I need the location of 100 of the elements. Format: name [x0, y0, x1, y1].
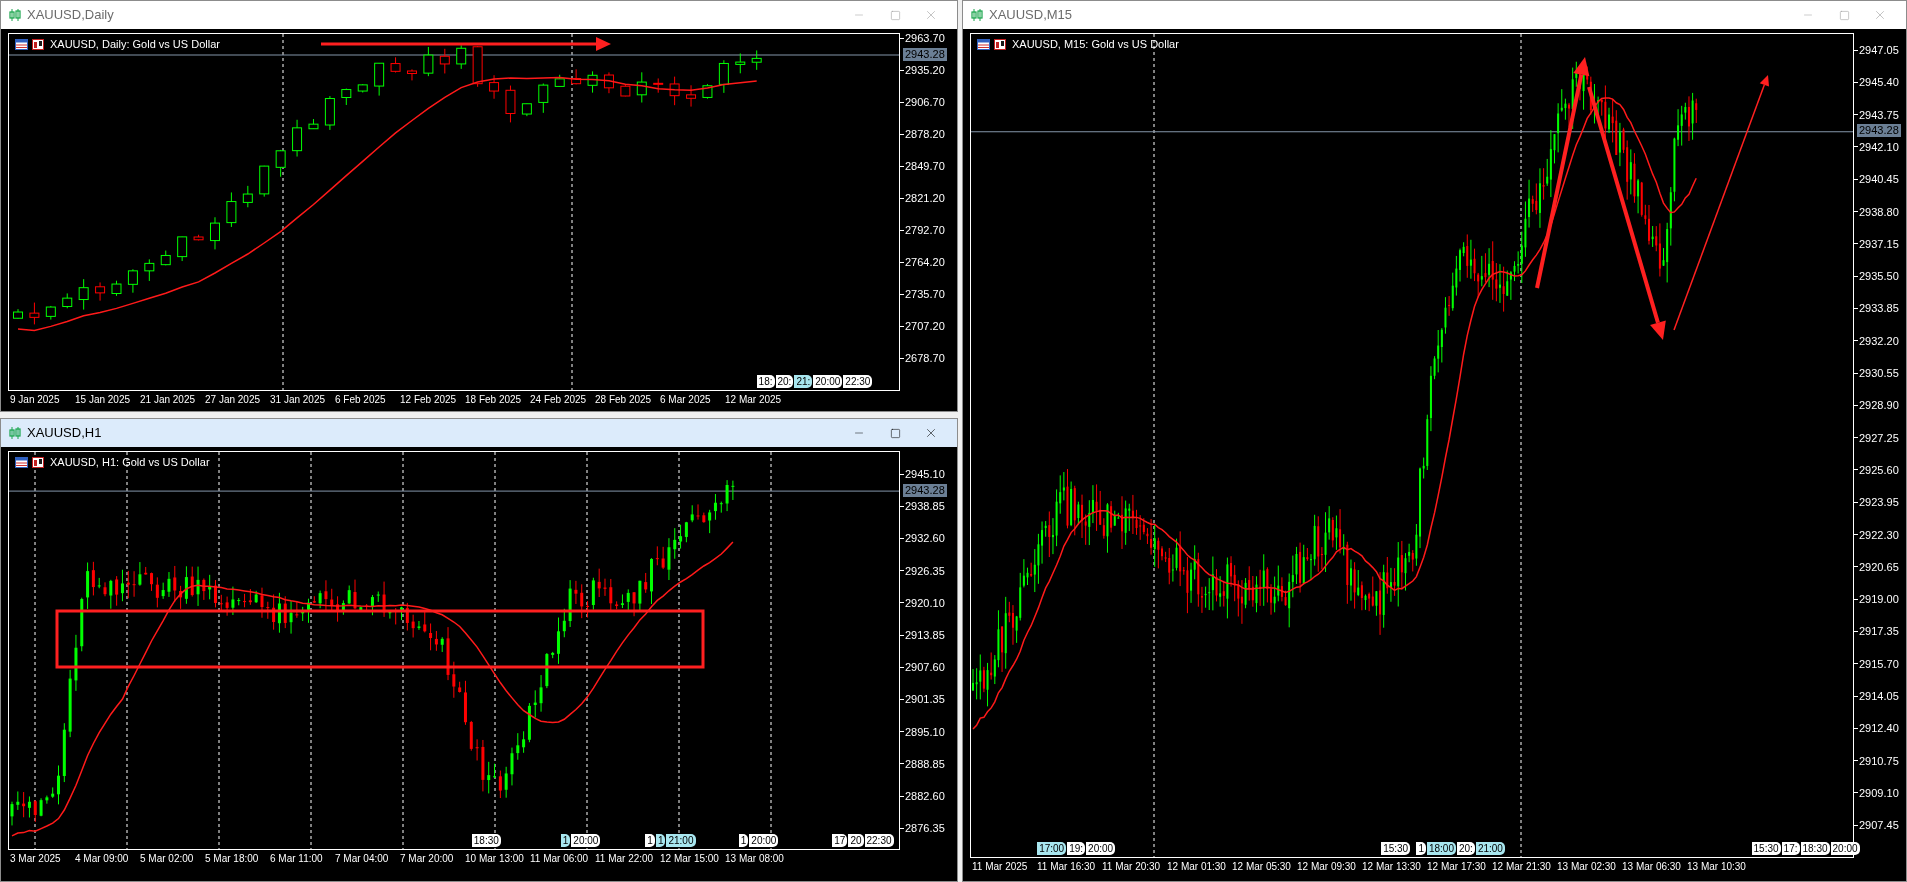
time-marker: 18:00 — [1426, 842, 1456, 855]
price-label: 2943.75 — [1859, 107, 1899, 122]
time-marker: 15:30 — [1751, 842, 1781, 855]
time-label: 11 Mar 22:00 — [594, 852, 655, 866]
time-label: 13 Mar 06:30 — [1621, 860, 1682, 874]
price-label: 2821.20 — [905, 191, 945, 205]
time-label: 5 Mar 18:00 — [204, 852, 260, 866]
time-label: 12 Mar 17:30 — [1426, 860, 1487, 874]
time-label: 13 Mar 02:30 — [1556, 860, 1617, 874]
price-label: 2909.10 — [1859, 785, 1899, 800]
time-label: 11 Mar 20:30 — [1101, 860, 1162, 874]
price-label: 2922.30 — [1859, 527, 1899, 542]
time-label: 11 Mar 2025 — [971, 860, 1029, 874]
time-marker: 18: — [756, 375, 775, 388]
time-label: 13 Mar 08:00 — [724, 852, 785, 866]
price-label: 2935.50 — [1859, 269, 1899, 284]
time-label: 3 Mar 2025 — [9, 852, 62, 866]
price-label: 2926.35 — [905, 563, 945, 578]
time-label: 12 Mar 21:30 — [1491, 860, 1552, 874]
time-marker: 18:30 — [471, 834, 501, 847]
chart-header-text: XAUUSD, Daily: Gold vs US Dollar — [50, 38, 220, 51]
time-marker: 17 — [832, 834, 848, 847]
time-marker: 15:30 — [1381, 842, 1411, 855]
time-label: 7 Mar 20:00 — [399, 852, 455, 866]
price-label: 2923.95 — [1859, 495, 1899, 510]
time-marker: 1 — [560, 834, 571, 847]
price-label: 2928.90 — [1859, 398, 1899, 413]
price-label: 2932.20 — [1859, 333, 1899, 348]
price-label: 2895.10 — [905, 724, 945, 739]
time-marker: 17:00 — [1037, 842, 1067, 855]
time-label: 12 Mar 13:30 — [1361, 860, 1422, 874]
time-label: 12 Mar 05:30 — [1231, 860, 1292, 874]
time-marker: 19: — [1067, 842, 1086, 855]
price-label: 2907.60 — [905, 660, 945, 675]
price-label: 2945.10 — [905, 467, 945, 481]
price-label: 2932.60 — [905, 531, 945, 546]
time-label: 6 Feb 2025 — [334, 393, 387, 407]
price-label: 2920.65 — [1859, 559, 1899, 574]
price-label: 2901.35 — [905, 692, 945, 707]
time-label: 9 Jan 2025 — [9, 393, 61, 407]
time-label: 31 Jan 2025 — [269, 393, 327, 407]
time-marker: 21: — [794, 375, 813, 388]
price-label: 2906.70 — [905, 95, 945, 109]
price-label: 2917.35 — [1859, 624, 1899, 639]
price-label: 2914.05 — [1859, 689, 1899, 703]
price-label: 2888.85 — [905, 756, 945, 771]
price-label: 2876.35 — [905, 821, 945, 836]
price-label: 2947.05 — [1859, 43, 1899, 57]
price-label: 2915.70 — [1859, 656, 1899, 671]
chart-header-text: XAUUSD, M15: Gold vs US Dollar — [1012, 38, 1179, 51]
time-marker: 18:30 — [1800, 842, 1830, 855]
price-label: 2878.20 — [905, 127, 945, 141]
window-title: XAUUSD,H1 — [27, 424, 102, 443]
time-label: 12 Mar 09:30 — [1296, 860, 1357, 874]
price-label: 2942.10 — [1859, 139, 1899, 154]
price-label: 2935.20 — [905, 63, 945, 77]
time-label: 21 Jan 2025 — [139, 393, 197, 407]
time-marker: 22:30 — [864, 834, 894, 847]
price-label: 2927.25 — [1859, 430, 1899, 445]
time-marker: 17: — [1781, 842, 1800, 855]
time-marker: 20:00 — [1830, 842, 1860, 855]
current-price-tag: 2943.28 — [903, 47, 947, 61]
price-label: 2707.20 — [905, 319, 945, 333]
time-marker: 20:00 — [813, 375, 843, 388]
time-marker: 20 — [848, 834, 864, 847]
time-label: 7 Mar 04:00 — [334, 852, 390, 866]
window-title: XAUUSD,Daily — [27, 6, 114, 25]
time-label: 12 Feb 2025 — [399, 393, 458, 407]
time-label: 27 Jan 2025 — [204, 393, 262, 407]
price-label: 2913.85 — [905, 628, 945, 642]
price-label: 2938.85 — [905, 499, 945, 514]
time-label: 28 Feb 2025 — [594, 393, 653, 407]
price-label: 2849.70 — [905, 159, 945, 173]
price-label: 2963.70 — [905, 31, 945, 45]
time-label: 11 Mar 16:30 — [1036, 860, 1097, 874]
time-label: 24 Feb 2025 — [529, 393, 588, 407]
time-label: 18 Feb 2025 — [464, 393, 523, 407]
price-label: 2792.70 — [905, 223, 945, 237]
time-label: 15 Jan 2025 — [74, 393, 132, 407]
time-marker: 20: — [1457, 842, 1475, 855]
time-label: 4 Mar 09:00 — [74, 852, 130, 866]
price-label: 2919.00 — [1859, 592, 1899, 607]
time-marker: 20:00 — [1086, 842, 1116, 855]
current-price-tag: 2943.28 — [1857, 124, 1901, 138]
price-label: 2938.80 — [1859, 204, 1899, 219]
price-label: 2937.15 — [1859, 236, 1899, 251]
price-label: 2678.70 — [905, 351, 945, 365]
chart-header-text: XAUUSD, H1: Gold vs US Dollar — [50, 456, 210, 469]
time-marker: 1 — [1416, 842, 1426, 855]
price-label: 2764.20 — [905, 255, 945, 269]
time-marker: 20: — [775, 375, 794, 388]
time-label: 13 Mar 10:30 — [1686, 860, 1747, 874]
time-label: 12 Mar 01:30 — [1166, 860, 1227, 874]
price-label: 2907.45 — [1859, 818, 1899, 833]
time-marker: 20:00 — [749, 834, 779, 847]
price-label: 2882.60 — [905, 789, 945, 803]
time-label: 5 Mar 02:00 — [139, 852, 195, 866]
time-marker: 22:30 — [843, 375, 873, 388]
price-label: 2925.60 — [1859, 462, 1899, 477]
time-label: 12 Mar 15:00 — [659, 852, 720, 866]
